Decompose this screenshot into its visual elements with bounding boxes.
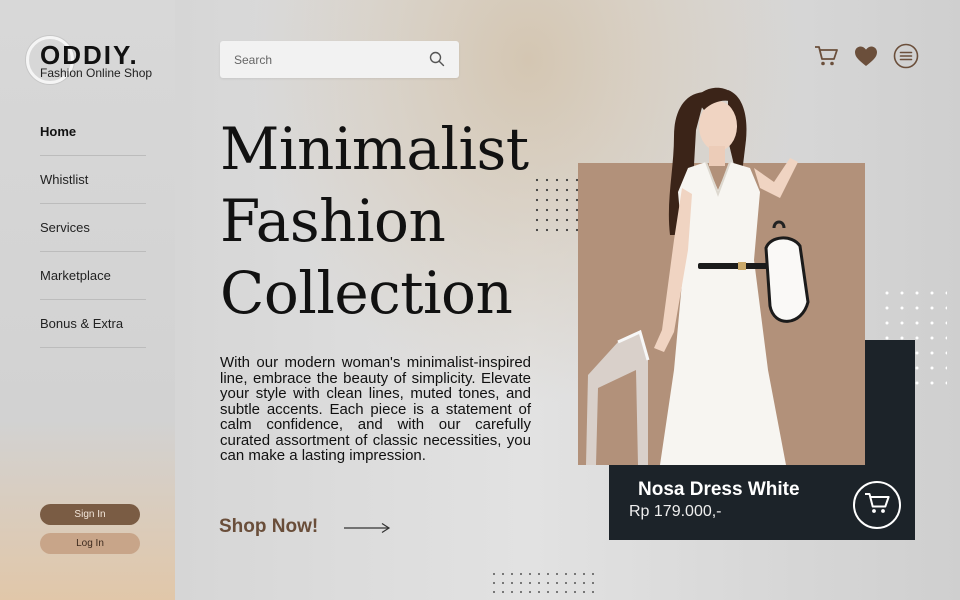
log-in-button[interactable]: Log In: [40, 533, 140, 554]
hero-title-line-3: Collection: [220, 259, 513, 327]
hero-description: With our modern woman's minimalist-inspi…: [220, 354, 531, 464]
nav-item-marketplace[interactable]: Marketplace: [40, 252, 146, 300]
add-to-cart-button[interactable]: [853, 481, 901, 529]
dot-grid-decoration-bottom: [492, 572, 600, 598]
arrow-right-icon[interactable]: [343, 521, 391, 535]
shop-now-button[interactable]: Shop Now!: [219, 516, 318, 538]
landing-page: ODDIY. Fashion Online Shop Home Whistlis…: [0, 0, 960, 600]
nav-item-bonus-extra[interactable]: Bonus & Extra: [40, 300, 146, 348]
menu-icon[interactable]: [893, 43, 919, 69]
search-icon[interactable]: [429, 51, 445, 67]
brand-tagline: Fashion Online Shop: [40, 66, 153, 80]
nav-item-whistlist[interactable]: Whistlist: [40, 156, 146, 204]
hero-title: Minimalist Fashion Collection: [220, 113, 550, 329]
product-name: Nosa Dress White: [638, 479, 800, 500]
product-price: Rp 179.000,-: [629, 503, 722, 520]
product-card[interactable]: Nosa Dress White Rp 179.000,-: [609, 465, 915, 540]
search-input[interactable]: [220, 41, 420, 78]
search-bar: [220, 41, 459, 78]
nav-item-home[interactable]: Home: [40, 108, 146, 156]
nav-item-services[interactable]: Services: [40, 204, 146, 252]
accent-block: [865, 340, 915, 470]
hero-title-line-2: Fashion: [220, 187, 446, 255]
hero-title-line-1: Minimalist: [220, 115, 529, 183]
heart-icon[interactable]: [853, 43, 879, 69]
cart-icon: [863, 490, 891, 521]
brand-logo[interactable]: ODDIY. Fashion Online Shop: [26, 36, 156, 90]
sidebar-nav: Home Whistlist Services Marketplace Bonu…: [40, 108, 146, 348]
sign-in-button[interactable]: Sign In: [40, 504, 140, 525]
cart-icon[interactable]: [813, 43, 839, 69]
header-actions: [813, 43, 919, 69]
product-model-image[interactable]: [578, 70, 865, 465]
